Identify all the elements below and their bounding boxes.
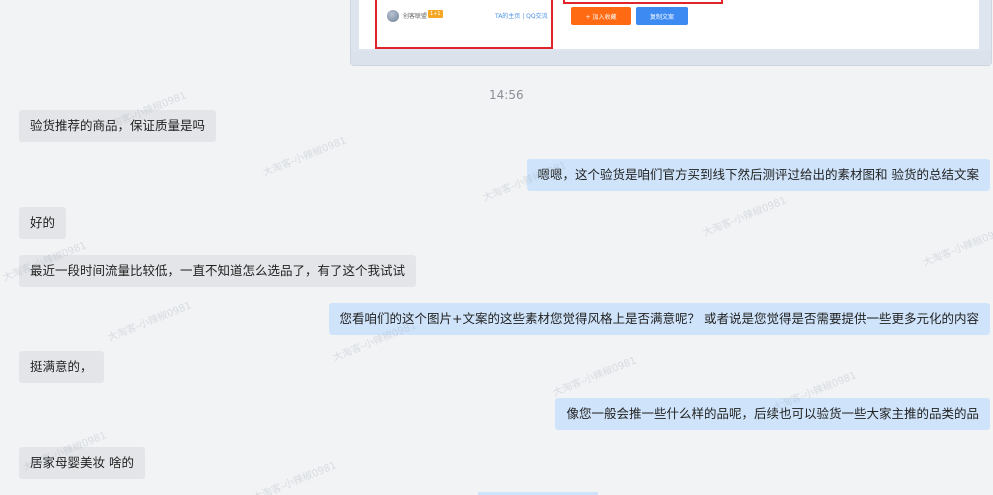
- message-bubble-sent[interactable]: 嗯嗯，这个验货是咱们官方买到线下然后测评过给出的素材图和 验货的总结文案: [526, 159, 990, 191]
- copy-copywriting-button: 复制文案: [636, 7, 688, 25]
- highlight-box: [563, 0, 723, 4]
- watermark: 大淘客-小辣椒0981: [106, 300, 194, 344]
- watermark: 大淘客-小辣椒0981: [551, 355, 639, 399]
- add-favorite-button: + 加入收藏: [571, 7, 631, 25]
- message-timestamp: 14:56: [489, 88, 524, 102]
- shop-links: TA的主页 | QQ交流: [495, 13, 548, 20]
- watermark: 大淘客-小辣椒0981: [701, 195, 789, 239]
- card-footer: [351, 51, 991, 65]
- screenshot-content: 创客联盟 1+1 TA的主页 | QQ交流 + 加入收藏 复制文案: [359, 0, 979, 49]
- message-bubble-received[interactable]: 挺满意的，: [19, 351, 104, 383]
- shared-screenshot-card[interactable]: 创客联盟 1+1 TA的主页 | QQ交流 + 加入收藏 复制文案: [350, 0, 992, 66]
- message-bubble-sent[interactable]: 您看咱们的这个图片+文案的这些素材您觉得风格上是否满意呢？ 或者说是您觉得是否需…: [328, 303, 990, 335]
- shop-avatar: [387, 10, 399, 22]
- watermark: 大淘客-小辣椒0981: [921, 225, 993, 269]
- watermark: 大淘客-小辣椒0981: [251, 460, 339, 495]
- message-bubble-received[interactable]: 最近一段时间流量比较低，一直不知道怎么选品了，有了这个我试试: [19, 255, 417, 287]
- message-bubble-received[interactable]: 好的: [19, 207, 67, 239]
- message-bubble-received[interactable]: 验货推荐的商品，保证质量是吗: [19, 110, 217, 142]
- chat-panel: 创客联盟 1+1 TA的主页 | QQ交流 + 加入收藏 复制文案 14:56 …: [0, 0, 993, 495]
- highlight-box: [375, 0, 553, 49]
- message-bubble-received[interactable]: 居家母婴美妆 啥的: [19, 447, 145, 479]
- shop-tag: 1+1: [428, 10, 443, 18]
- shop-name: 创客联盟: [403, 13, 428, 20]
- message-bubble-sent[interactable]: 像您一般会推一些什么样的品呢，后续也可以验货一些大家主推的品类的品: [555, 398, 990, 430]
- watermark: 大淘客-小辣椒0981: [261, 135, 349, 179]
